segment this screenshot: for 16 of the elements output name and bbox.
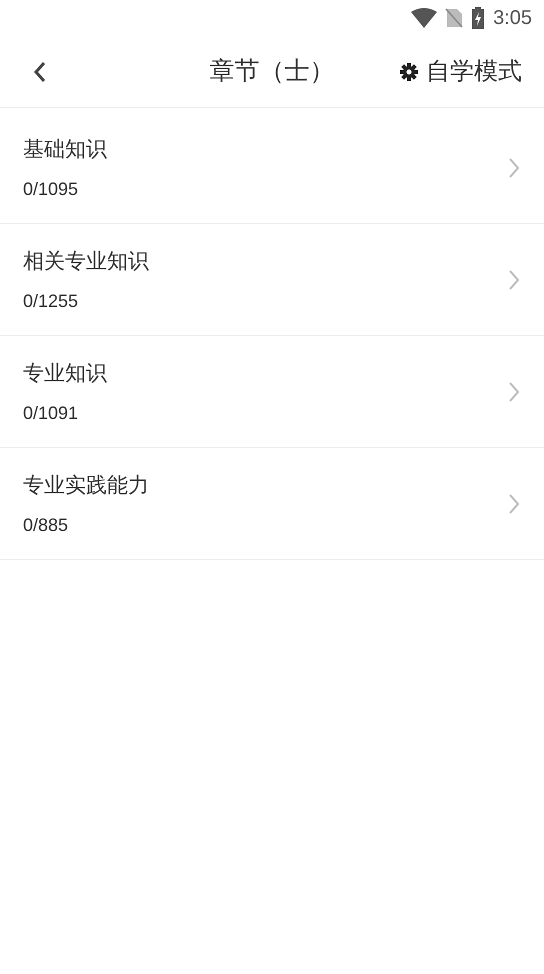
chevron-right-icon: [508, 156, 520, 178]
chapter-title: 相关专业知识: [23, 248, 150, 274]
chevron-right-icon: [508, 268, 520, 290]
status-time: 3:05: [493, 6, 532, 31]
gear-icon: [400, 62, 418, 80]
wifi-icon: [411, 8, 438, 28]
self-study-mode-button[interactable]: 自学模式: [400, 54, 522, 90]
no-sim-icon: [445, 8, 464, 28]
back-icon: [33, 60, 47, 82]
chevron-right-icon: [508, 380, 520, 402]
chapter-title: 基础知识: [23, 136, 108, 162]
chapter-title: 专业知识: [23, 360, 108, 386]
chevron-right-icon: [508, 492, 520, 514]
chapter-title: 专业实践能力: [23, 472, 150, 498]
battery-charging-icon: [471, 7, 486, 29]
page-title: 章节（士）: [210, 56, 334, 87]
